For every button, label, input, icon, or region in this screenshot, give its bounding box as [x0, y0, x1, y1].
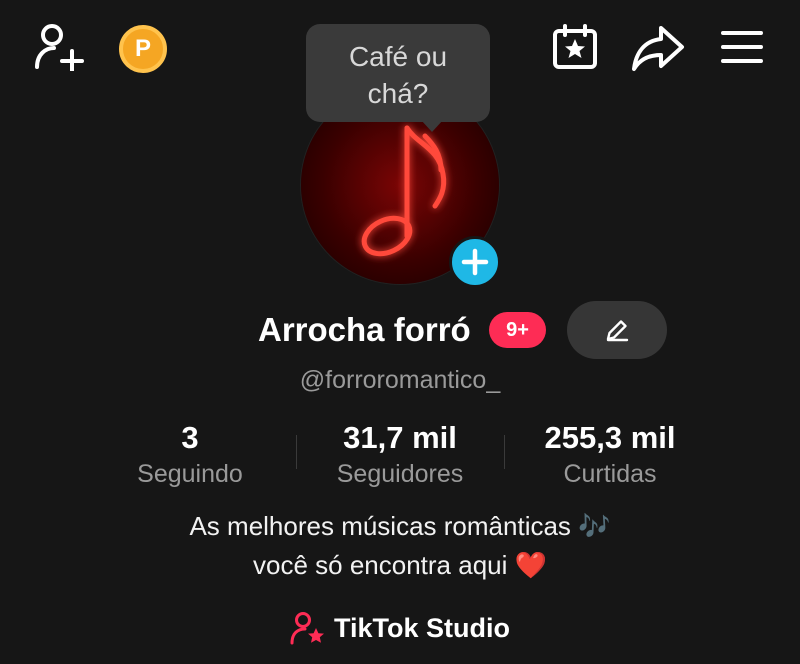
points-badge-letter: P: [134, 35, 151, 62]
tooltip-tail: [421, 120, 443, 132]
add-friend-button[interactable]: [30, 20, 88, 72]
menu-button[interactable]: [718, 24, 766, 70]
tooltip-line-2: chá?: [367, 78, 429, 109]
stat-label: Seguindo: [137, 460, 243, 488]
plus-icon: [461, 248, 489, 276]
stat-value: 3: [181, 420, 199, 455]
profile-name: Arrocha forró: [258, 311, 471, 348]
stat-value: 255,3 mil: [544, 420, 676, 455]
tooltip-line-1: Café ou: [348, 41, 448, 72]
profile-handle: @forroromantico_: [299, 366, 501, 394]
note-tooltip[interactable]: Café ou chá?: [306, 24, 490, 122]
stat-label: Seguidores: [336, 460, 464, 488]
bio-line-1: As melhores músicas românticas 🎶: [189, 511, 611, 541]
edit-profile-button[interactable]: [567, 301, 667, 359]
stat-followers[interactable]: 31,7 mil Seguidores: [310, 418, 490, 490]
creator-star-icon: [290, 612, 324, 645]
add-friend-icon: [35, 24, 84, 71]
stat-divider: [296, 435, 297, 469]
stat-following[interactable]: 3 Seguindo: [120, 418, 260, 490]
tiktok-studio-link[interactable]: TikTok Studio: [0, 608, 800, 648]
share-icon: [632, 26, 684, 71]
points-icon: P: [119, 25, 167, 73]
notification-badge[interactable]: 9+: [489, 312, 546, 348]
stat-likes[interactable]: 255,3 mil Curtidas: [520, 418, 700, 490]
tiktok-studio-label: TikTok Studio: [333, 613, 510, 643]
stat-value: 31,7 mil: [343, 420, 457, 455]
calendar-button[interactable]: [550, 22, 600, 72]
stat-label: Curtidas: [563, 460, 657, 488]
calendar-star-icon: [553, 24, 597, 69]
bio-line-2: você só encontra aqui ❤️: [253, 550, 547, 580]
menu-icon: [721, 31, 763, 63]
stat-divider: [504, 435, 505, 469]
points-button[interactable]: P: [116, 23, 170, 75]
share-button[interactable]: [630, 22, 686, 74]
pencil-icon: [606, 320, 629, 342]
add-story-button[interactable]: [449, 236, 501, 288]
profile-bio: As melhores músicas românticas 🎶 você só…: [0, 507, 800, 585]
